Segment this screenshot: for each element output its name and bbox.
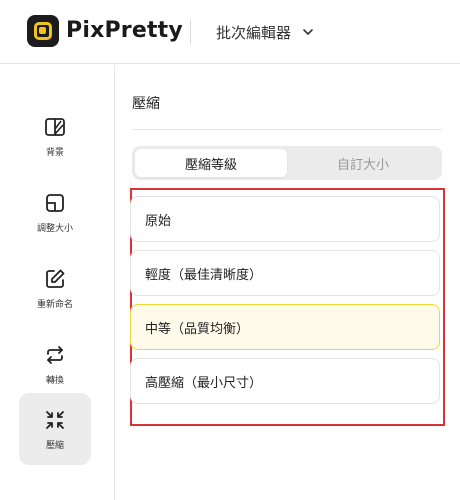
panel-divider <box>132 129 442 130</box>
brand-name: PixPretty <box>66 18 183 43</box>
editor-switch-dropdown[interactable]: 批次編輯器 <box>216 18 315 46</box>
sidebar-item-rename[interactable]: 重新命名 <box>19 252 91 324</box>
chevron-down-icon <box>303 29 313 35</box>
tab-custom-size[interactable]: 自訂大小 <box>287 149 439 177</box>
sidebar-item-label: 壓縮 <box>45 440 64 451</box>
tab-compression-level[interactable]: 壓縮等級 <box>135 149 287 177</box>
app-header: PixPretty 批次編輯器 <box>0 0 460 64</box>
sidebar-item-label: 背景 <box>45 147 64 158</box>
compression-option-medium[interactable]: 中等（品質均衡） <box>130 304 440 350</box>
sidebar-item-convert[interactable]: 轉換 <box>19 328 91 400</box>
option-label: 輕度（最佳清晰度） <box>145 267 263 283</box>
pixpretty-logo-icon <box>27 15 59 47</box>
compression-option-high[interactable]: 高壓縮（最小尺寸） <box>130 358 440 404</box>
sidebar-item-label: 轉換 <box>45 375 64 386</box>
resize-icon <box>46 193 64 212</box>
compression-option-light[interactable]: 輕度（最佳清晰度） <box>130 250 440 296</box>
sidebar-item-label: 調整大小 <box>36 223 73 234</box>
option-label: 原始 <box>145 213 172 229</box>
convert-icon <box>47 345 63 364</box>
option-label: 中等（品質均衡） <box>145 321 250 337</box>
compression-option-original[interactable]: 原始 <box>130 196 440 242</box>
compress-panel: 壓縮 壓縮等級 自訂大小 原始 輕度（最佳清晰度） 中等（品質均衡） 高壓縮（最… <box>116 65 460 500</box>
panel-title: 壓縮 <box>132 96 160 112</box>
rename-icon <box>46 269 65 288</box>
editor-switch-label: 批次編輯器 <box>216 23 292 42</box>
option-label: 高壓縮（最小尺寸） <box>145 375 263 391</box>
compression-mode-toggle: 壓縮等級 自訂大小 <box>132 146 442 180</box>
sidebar-item-resize[interactable]: 調整大小 <box>19 176 91 248</box>
header-divider <box>190 20 191 44</box>
compress-icon <box>46 410 64 429</box>
sidebar-item-label: 重新命名 <box>36 299 73 310</box>
sidebar-item-compress[interactable]: 壓縮 <box>19 393 91 465</box>
tool-sidebar: 背景 調整大小 重新命名 轉換 壓縮 <box>0 65 115 500</box>
background-icon <box>45 117 65 136</box>
sidebar-item-background[interactable]: 背景 <box>19 100 91 172</box>
